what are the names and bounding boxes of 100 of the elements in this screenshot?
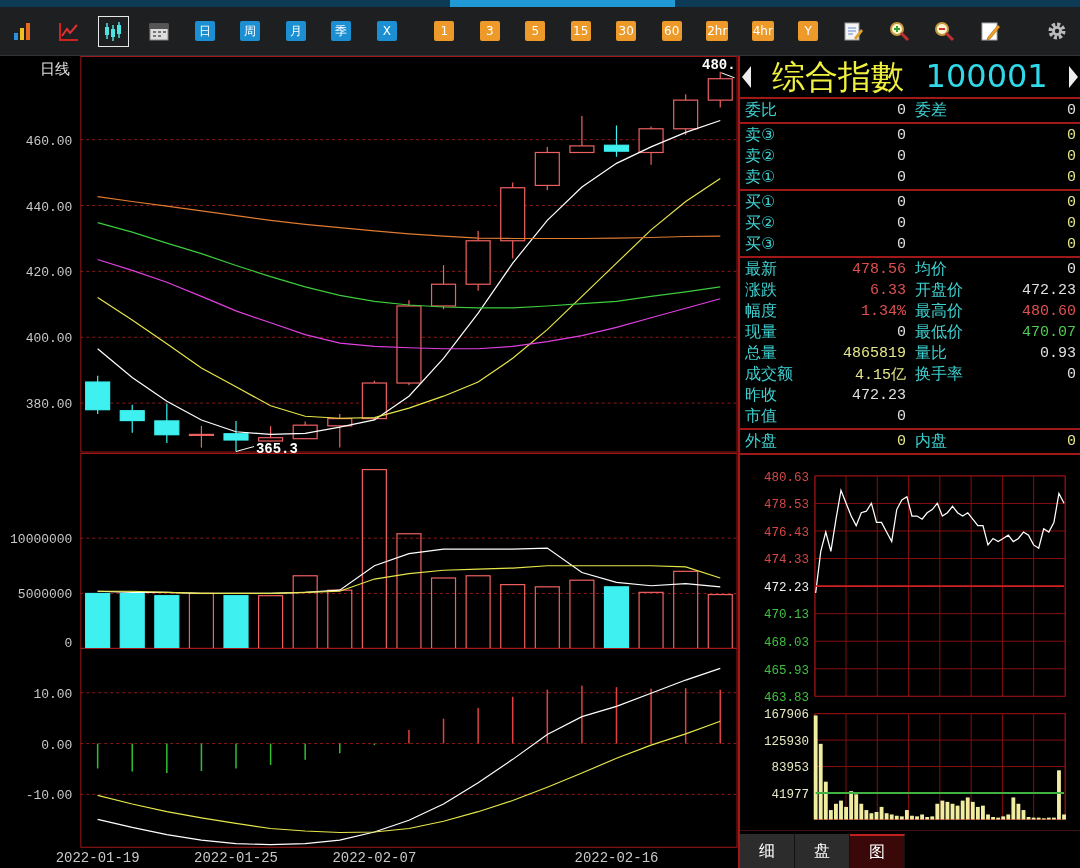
axis-label: -10.00 xyxy=(25,788,73,804)
quote-value: 0 xyxy=(897,324,906,341)
axis-label: 470.13 xyxy=(763,608,809,623)
line-chart-icon xyxy=(57,20,79,42)
quote-label: 涨跌 xyxy=(745,280,777,301)
quote-value: 0 xyxy=(897,433,906,450)
quote-value: 478.56 xyxy=(852,261,906,278)
date-label: 2022-01-25 xyxy=(194,850,278,866)
quote-label: 昨收 xyxy=(745,385,777,406)
quote-value: 470.07 xyxy=(1022,324,1076,341)
axis-label: 468.03 xyxy=(763,636,809,651)
price-label: 365.3 xyxy=(256,440,298,453)
period-button[interactable]: 60 xyxy=(661,21,682,41)
view-tab[interactable]: 盘 xyxy=(795,834,850,868)
period-button[interactable]: 2hr xyxy=(706,21,729,41)
axis-label: 465.93 xyxy=(763,663,809,678)
calendar-icon xyxy=(148,20,170,42)
axis-label: 83953 xyxy=(771,761,809,776)
date-label: 2022-02-07 xyxy=(332,850,417,866)
quote-label: 幅度 xyxy=(745,301,777,322)
period-button[interactable]: 周 xyxy=(240,21,261,41)
axis-label: 463.83 xyxy=(763,691,809,705)
candlestick xyxy=(327,413,353,449)
axis-label: 0 xyxy=(64,635,73,649)
quote-value: 0 xyxy=(1067,236,1076,253)
quote-value: 1.34% xyxy=(861,303,906,320)
axis-label: 10.00 xyxy=(33,687,73,702)
axis-label: 476.43 xyxy=(763,525,809,540)
axis-label: 380.00 xyxy=(25,397,73,413)
axis-label: 5000000 xyxy=(17,586,73,602)
candlestick xyxy=(707,71,733,108)
candlestick xyxy=(638,125,664,166)
quote-value: 0 xyxy=(1067,127,1076,144)
quote-value: 4.15亿 xyxy=(855,366,906,384)
axis-label: 0.00 xyxy=(41,737,73,753)
quote-value: 6.33 xyxy=(870,282,906,299)
axis-label: 125930 xyxy=(763,735,809,750)
quote-value: 0 xyxy=(1067,102,1076,119)
right-triangle-icon[interactable] xyxy=(1069,65,1078,88)
quote-label: 委差 xyxy=(915,100,947,121)
quote-label: 最高价 xyxy=(915,301,963,322)
quote-value: 0 xyxy=(897,127,906,144)
axis-label: 41977 xyxy=(771,788,809,803)
period-button[interactable]: 日 xyxy=(194,21,215,41)
period-button[interactable]: 4hr xyxy=(751,21,774,41)
axis-label: 460.00 xyxy=(25,133,73,149)
period-button[interactable]: 月 xyxy=(285,21,306,41)
period-button[interactable]: 季 xyxy=(331,21,352,41)
quote-value: 0 xyxy=(1067,215,1076,232)
view-tab[interactable]: 细 xyxy=(740,834,795,868)
quote-label: 总量 xyxy=(745,343,777,364)
axis-label: 480.63 xyxy=(763,470,809,485)
quote-label: 买③ xyxy=(745,234,776,255)
chart-title: 日线 xyxy=(40,60,71,78)
axis-label: 167906 xyxy=(763,708,809,723)
period-button[interactable]: 3 xyxy=(479,21,500,41)
candlestick xyxy=(673,93,699,136)
quote-label: 卖② xyxy=(745,146,776,167)
period-button[interactable]: 1 xyxy=(434,21,455,41)
period-button[interactable]: 30 xyxy=(616,21,637,41)
quote-label: 外盘 xyxy=(745,431,777,452)
quote-label: 量比 xyxy=(915,343,947,364)
quote-value: 0 xyxy=(1067,148,1076,165)
quote-label: 均价 xyxy=(915,259,947,280)
axis-label: 10000000 xyxy=(10,531,73,547)
leader-line xyxy=(720,72,736,79)
axis-label: 440.00 xyxy=(25,199,73,215)
settings-icon xyxy=(1046,20,1068,42)
quote-value: 0 xyxy=(897,102,906,119)
candlestick xyxy=(569,115,595,154)
candlestick xyxy=(85,375,111,415)
quote-value: 0 xyxy=(1067,366,1076,383)
axis-label: 420.00 xyxy=(25,265,73,281)
quote-value: 0 xyxy=(1067,261,1076,278)
quote-value: 480.60 xyxy=(1022,303,1076,320)
view-tab[interactable]: 图 xyxy=(850,834,905,868)
quote-value: 0 xyxy=(1067,433,1076,450)
quote-value: 0 xyxy=(1067,169,1076,186)
quote-label: 开盘价 xyxy=(915,280,963,301)
notepad-pencil-icon xyxy=(979,20,1001,42)
zoom-out-icon xyxy=(934,20,956,42)
quote-value: 0 xyxy=(897,236,906,253)
candlestick xyxy=(465,230,491,292)
period-button[interactable]: X xyxy=(376,21,397,41)
quote-label: 最新 xyxy=(745,259,777,280)
quote-label: 卖③ xyxy=(745,125,776,146)
candlestick-button[interactable] xyxy=(98,15,130,47)
quote-value: 4865819 xyxy=(843,345,906,362)
candlestick xyxy=(258,425,284,442)
period-button[interactable]: 5 xyxy=(525,21,546,41)
left-triangle-icon[interactable] xyxy=(742,65,751,88)
period-button[interactable]: 15 xyxy=(570,21,591,41)
quote-value: 0 xyxy=(897,169,906,186)
quote-value: 0 xyxy=(897,148,906,165)
period-button[interactable]: Y xyxy=(798,21,819,41)
candlestick xyxy=(188,425,214,449)
quote-label: 买② xyxy=(745,213,776,234)
date-label: 2022-02-16 xyxy=(574,850,659,866)
quote-value: 0 xyxy=(897,194,906,211)
quote-label: 市值 xyxy=(745,406,777,427)
